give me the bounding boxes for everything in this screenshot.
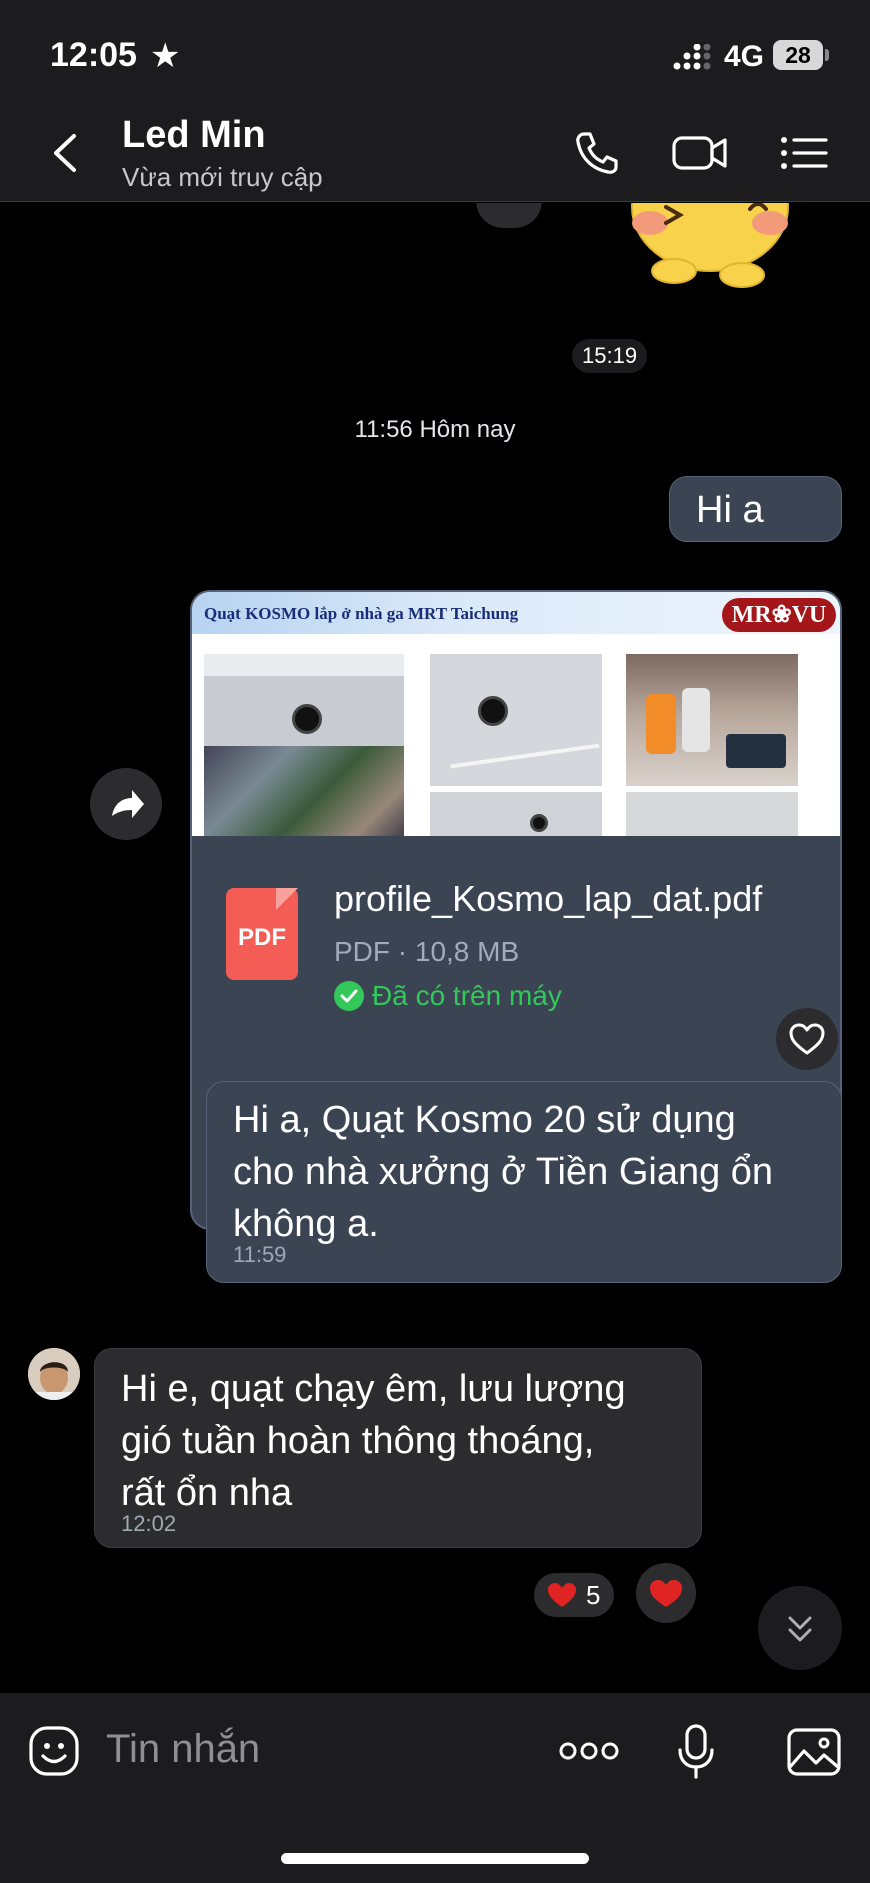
previous-message-avatar — [476, 203, 542, 228]
check-circle-icon — [334, 981, 364, 1011]
emoji-icon[interactable] — [28, 1725, 80, 1777]
image-icon[interactable] — [786, 1727, 842, 1777]
contact-presence: Vừa mới truy cập — [122, 162, 323, 192]
phone-icon[interactable] — [570, 128, 622, 178]
heart-icon[interactable] — [636, 1563, 696, 1623]
preview-photo — [430, 654, 602, 786]
file-download-status: Đã có trên máy — [334, 980, 562, 1012]
message-time: 12:02 — [121, 1511, 177, 1536]
heart-icon[interactable] — [776, 1008, 838, 1070]
outgoing-message[interactable]: Hi a, Quạt Kosmo 20 sử dụng cho nhà xưởn… — [206, 1081, 842, 1283]
battery-cap — [825, 49, 829, 61]
battery-icon: 28 — [773, 40, 823, 70]
more-dots-icon[interactable] — [558, 1739, 620, 1763]
preview-photo — [430, 792, 602, 836]
message-input[interactable]: Tin nhắn — [106, 1727, 260, 1772]
chevron-left-icon[interactable] — [46, 130, 86, 176]
message-time: 15:19 — [572, 339, 648, 373]
heart-icon — [548, 1583, 576, 1607]
reaction-count-badge[interactable]: 5 — [534, 1573, 614, 1617]
preview-logo: MR❀VU — [722, 598, 836, 632]
contact-name[interactable]: Led Min — [122, 114, 266, 157]
microphone-icon[interactable] — [676, 1723, 716, 1781]
message-text: Hi e, quạt chạy êm, lưu lượng gió tuần h… — [121, 1368, 626, 1514]
message-text: Hi a — [696, 489, 764, 531]
avatar[interactable] — [28, 1348, 80, 1400]
star-icon: ★ — [150, 37, 181, 75]
pdf-file-icon: PDF — [226, 888, 298, 980]
outgoing-message[interactable]: Hi a — [669, 476, 842, 542]
file-preview-image[interactable]: Quạt KOSMO lắp ở nhà ga MRT Taichung MR❀… — [192, 592, 840, 836]
list-menu-icon[interactable] — [778, 128, 830, 178]
file-meta: PDF · 10,8 MB — [334, 936, 520, 967]
double-chevron-down-icon[interactable] — [758, 1586, 842, 1670]
reaction-count: 5 — [586, 1580, 601, 1610]
chat-header: Led Min Vừa mới truy cập — [0, 100, 870, 202]
preview-photo — [626, 654, 798, 786]
file-name[interactable]: profile_Kosmo_lap_dat.pdf — [334, 878, 762, 920]
incoming-message[interactable]: Hi e, quạt chạy êm, lưu lượng gió tuần h… — [94, 1348, 702, 1548]
status-bar: 12:05 ★ 4G 28 — [0, 0, 870, 100]
message-time: 11:59 — [233, 1242, 287, 1267]
network-type: 4G — [724, 40, 765, 73]
message-list[interactable]: 15:19 11:56 Hôm nay Hi a Quạt KOSMO lắp … — [0, 203, 870, 1693]
day-separator: 11:56 Hôm nay — [354, 416, 516, 443]
sticker-image[interactable] — [610, 203, 810, 303]
message-text: Hi a, Quạt Kosmo 20 sử dụng cho nhà xưởn… — [233, 1099, 774, 1245]
preview-photo — [626, 792, 798, 836]
preview-title: Quạt KOSMO lắp ở nhà ga MRT Taichung — [204, 604, 519, 623]
video-camera-icon[interactable] — [670, 128, 730, 178]
preview-photo — [204, 654, 404, 836]
signal-strength-icon — [673, 44, 711, 70]
status-time: 12:05 — [50, 36, 137, 74]
home-indicator[interactable] — [281, 1853, 589, 1864]
share-arrow-icon[interactable] — [90, 768, 162, 840]
